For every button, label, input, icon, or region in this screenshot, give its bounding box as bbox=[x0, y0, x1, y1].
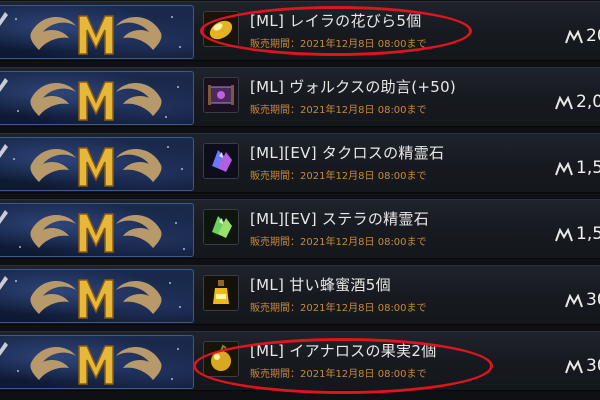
m-emblem-icon bbox=[30, 279, 162, 319]
green-crystal-icon bbox=[203, 209, 239, 245]
pin-icon bbox=[0, 210, 8, 224]
item-title: [ML] ヴォルクスの助言(+50) bbox=[250, 78, 457, 96]
pin-icon bbox=[0, 342, 8, 356]
ml-banner bbox=[0, 5, 194, 59]
scroll-icon bbox=[203, 77, 239, 113]
sale-period: 販売期間：2021年12月8日 08:00まで bbox=[250, 39, 427, 50]
m-emblem-icon bbox=[30, 213, 162, 253]
item-title: [ML] イアナロスの果実2個 bbox=[250, 342, 437, 360]
item-price: 20 bbox=[586, 26, 600, 46]
ml-banner bbox=[0, 71, 194, 125]
golden-fruit-icon bbox=[203, 341, 239, 377]
ml-banner bbox=[0, 203, 194, 257]
list-item[interactable]: [ML] 甘い蜂蜜酒5個 販売期間：2021年12月8日 08:00まで 30 bbox=[0, 265, 600, 325]
golden-petal-icon bbox=[203, 11, 239, 47]
pin-icon bbox=[0, 276, 8, 290]
item-price: 30 bbox=[586, 356, 600, 376]
pin-icon bbox=[0, 144, 8, 158]
item-title: [ML][EV] タクロスの精霊石 bbox=[250, 144, 445, 162]
list-item[interactable]: [ML][EV] タクロスの精霊石 販売期間：2021年12月8日 08:00ま… bbox=[0, 133, 600, 193]
item-title: [ML] レイラの花びら5個 bbox=[250, 12, 422, 30]
ml-banner bbox=[0, 269, 194, 323]
sale-period: 販売期間：2021年12月8日 08:00まで bbox=[250, 105, 427, 116]
purple-crystal-icon bbox=[203, 143, 239, 179]
item-price: 1,50 bbox=[576, 224, 600, 244]
m-coin-icon bbox=[555, 96, 573, 110]
m-coin-icon bbox=[565, 360, 583, 374]
m-coin-icon bbox=[565, 30, 583, 44]
honey-bottle-icon bbox=[203, 275, 239, 311]
product-list: [ML] レイラの花びら5個 販売期間：2021年12月8日 08:00まで 2… bbox=[0, 0, 600, 400]
sale-period: 販売期間：2021年12月8日 08:00まで bbox=[250, 171, 427, 182]
item-price: 2,00 bbox=[576, 92, 600, 112]
m-emblem-icon bbox=[30, 15, 162, 55]
sale-period: 販売期間：2021年12月8日 08:00まで bbox=[250, 303, 427, 314]
ml-banner bbox=[0, 335, 194, 389]
item-title: [ML][EV] ステラの精霊石 bbox=[250, 210, 430, 228]
list-item[interactable]: [ML] ヴォルクスの助言(+50) 販売期間：2021年12月8日 08:00… bbox=[0, 67, 600, 127]
item-price: 30 bbox=[586, 290, 600, 310]
sale-period: 販売期間：2021年12月8日 08:00まで bbox=[250, 369, 427, 380]
m-emblem-icon bbox=[30, 147, 162, 187]
m-coin-icon bbox=[555, 228, 573, 242]
sale-period: 販売期間：2021年12月8日 08:00まで bbox=[250, 237, 427, 248]
m-emblem-icon bbox=[30, 345, 162, 385]
item-price: 1,50 bbox=[576, 158, 600, 178]
m-coin-icon bbox=[565, 294, 583, 308]
pin-icon bbox=[0, 78, 8, 92]
m-coin-icon bbox=[555, 162, 573, 176]
list-item[interactable]: [ML][EV] ステラの精霊石 販売期間：2021年12月8日 08:00まで… bbox=[0, 199, 600, 259]
list-item[interactable]: [ML] イアナロスの果実2個 販売期間：2021年12月8日 08:00まで … bbox=[0, 331, 600, 391]
m-emblem-icon bbox=[30, 81, 162, 121]
pin-icon bbox=[0, 12, 8, 26]
item-title: [ML] 甘い蜂蜜酒5個 bbox=[250, 276, 391, 294]
ml-banner bbox=[0, 137, 194, 191]
list-item[interactable]: [ML] レイラの花びら5個 販売期間：2021年12月8日 08:00まで 2… bbox=[0, 1, 600, 61]
